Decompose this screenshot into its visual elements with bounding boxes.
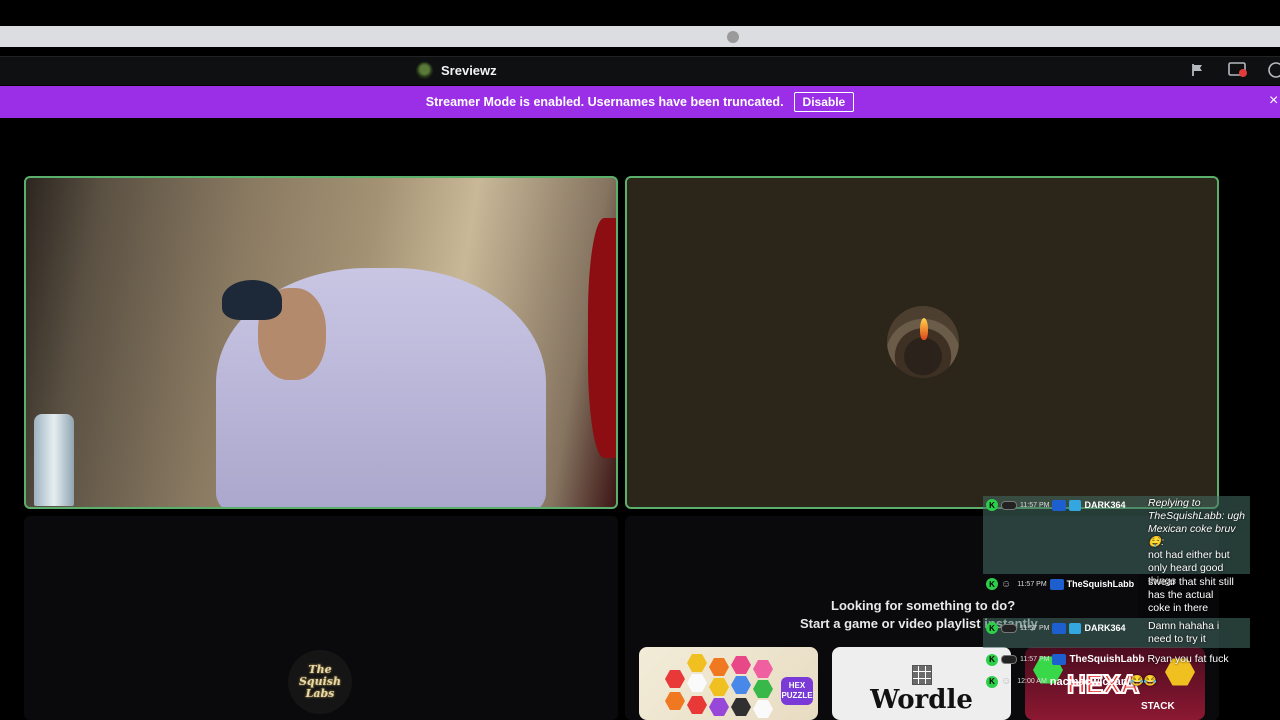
screen-share-icon[interactable] [1228, 60, 1248, 80]
activity-card-wordle[interactable]: Wordle [832, 647, 1011, 720]
channel-avatar [416, 62, 433, 79]
chat-message-meta: K 11:57 PM DARK364 [986, 622, 1125, 634]
title-bar [0, 56, 1280, 85]
hex-puzzle-badge: HEX PUZZLE [781, 677, 813, 705]
logo-text-line3: Labs [305, 687, 335, 700]
chat-message-text: swear that shit still has the actual cok… [1148, 576, 1234, 614]
chat-message-meta: K 11:57 PM DARK364 [986, 499, 1125, 511]
user-avatar-icon [1001, 500, 1017, 510]
activity-heading: Looking for something to do? [831, 598, 1016, 613]
chat-message-meta: K ☺ 11:57 PM TheSquishLabb [986, 578, 1134, 590]
user-avatar-icon [1001, 655, 1017, 664]
chat-message-row: K ☺ 12:00 AM nacmacwiccan 😂😂 [986, 675, 1157, 688]
video-person-cap [222, 280, 282, 320]
activity-card-hex-puzzle[interactable]: HEX PUZZLE [639, 647, 818, 720]
browser-top-strip [0, 26, 1280, 47]
camera-dot [727, 31, 739, 43]
video-scene-red-jacket [588, 218, 616, 458]
chat-message-text: Damn hahaha i need to try it [1148, 620, 1220, 645]
participant-avatar [887, 306, 959, 378]
badge-icon [1052, 622, 1067, 634]
user-icon: ☺ [1001, 578, 1012, 590]
channel-name: Sreviewz [441, 63, 497, 78]
badge-icon [1069, 622, 1082, 634]
chat-message-text: Replying to TheSquishLabb: ugh Mexican c… [1148, 497, 1245, 587]
disable-button[interactable]: Disable [793, 92, 855, 112]
badge-icon [1049, 578, 1064, 590]
squish-labs-logo: The Squish Labs [288, 650, 352, 714]
participant-avatar-flame [920, 318, 928, 340]
hexa-stack-subtitle: STACK [1141, 701, 1175, 712]
badge-icon [1069, 499, 1082, 511]
badge-icon [1052, 499, 1067, 511]
badge-icon [1052, 654, 1067, 665]
wordle-title: Wordle [870, 685, 973, 715]
chat-message-row: K 11:57 PM TheSquishLabb Ryan you fat fu… [986, 653, 1229, 666]
video-tile-participant-1[interactable] [24, 176, 618, 509]
wordle-grid-icon [912, 665, 932, 685]
banner-text: Streamer Mode is enabled. Usernames have… [425, 95, 784, 109]
flag-icon[interactable] [1188, 60, 1208, 80]
close-banner-icon[interactable]: × [1269, 92, 1278, 110]
streamer-mode-banner: Streamer Mode is enabled. Usernames have… [0, 86, 1280, 118]
video-scene-bottle [34, 414, 74, 506]
user-icon: ☺ [1001, 676, 1012, 687]
video-tile-participant-2[interactable] [625, 176, 1219, 509]
help-icon[interactable] [1266, 60, 1280, 80]
user-avatar-icon [1001, 623, 1017, 633]
